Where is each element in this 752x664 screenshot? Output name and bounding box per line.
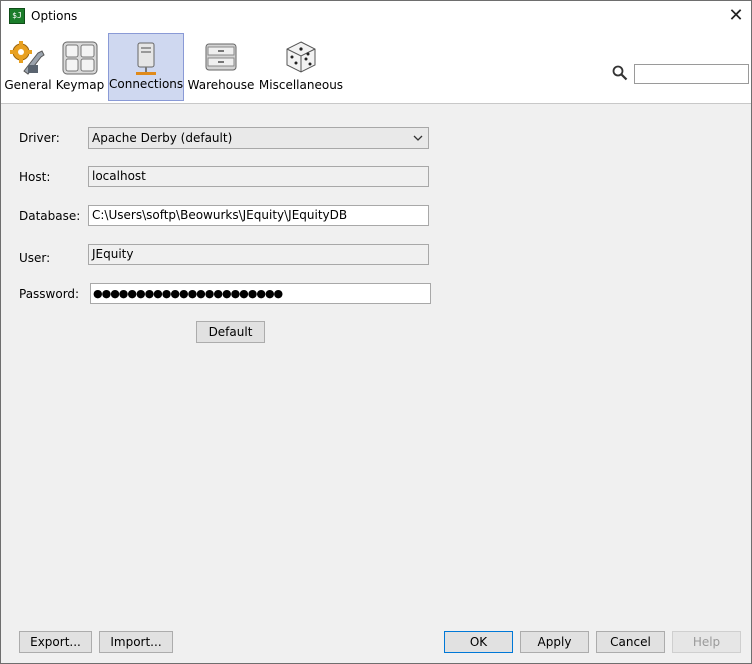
- options-window: $J Options ✕ General Keymap Connections …: [0, 0, 752, 664]
- window-title: Options: [31, 9, 78, 23]
- cancel-button[interactable]: Cancel: [596, 631, 665, 653]
- network-server-icon: [136, 42, 156, 75]
- ok-button[interactable]: OK: [444, 631, 513, 653]
- driver-select[interactable]: Apache Derby (default): [88, 127, 429, 149]
- tab-connections-label: Connections: [109, 77, 184, 91]
- import-button[interactable]: Import...: [99, 631, 173, 653]
- user-field[interactable]: JEquity: [88, 244, 429, 265]
- user-label: User:: [19, 251, 51, 265]
- search-icon: [612, 65, 628, 81]
- storage-drawers-icon: [205, 43, 237, 71]
- password-field[interactable]: ●●●●●●●●●●●●●●●●●●●●●●: [90, 283, 431, 304]
- dice-icon: [286, 41, 316, 73]
- tab-keymap-label: Keymap: [55, 78, 105, 92]
- tab-miscellaneous-label: Miscellaneous: [258, 78, 344, 92]
- tab-warehouse[interactable]: Warehouse: [186, 33, 256, 101]
- chevron-down-icon: [413, 135, 423, 141]
- tab-general[interactable]: General: [3, 33, 53, 101]
- driver-select-value: Apache Derby (default): [92, 131, 233, 145]
- database-field[interactable]: C:\Users\softp\Beowurks\JEquity\JEquityD…: [88, 205, 429, 226]
- tab-warehouse-label: Warehouse: [187, 78, 255, 92]
- tab-connections[interactable]: Connections: [108, 33, 184, 101]
- search-input[interactable]: [634, 64, 749, 84]
- app-icon: $J: [9, 8, 25, 24]
- options-toolbar: General Keymap Connections Warehouse Mis…: [1, 31, 751, 104]
- keyboard-icon: [62, 41, 98, 75]
- tab-miscellaneous[interactable]: Miscellaneous: [258, 33, 344, 101]
- host-field[interactable]: localhost: [88, 166, 429, 187]
- host-label: Host:: [19, 170, 51, 184]
- tab-general-label: General: [4, 78, 52, 92]
- gear-wrench-icon: [10, 41, 45, 75]
- apply-button[interactable]: Apply: [520, 631, 589, 653]
- export-button[interactable]: Export...: [19, 631, 92, 653]
- help-button[interactable]: Help: [672, 631, 741, 653]
- default-button[interactable]: Default: [196, 321, 265, 343]
- database-label: Database:: [19, 209, 81, 223]
- driver-label: Driver:: [19, 131, 60, 145]
- tab-keymap[interactable]: Keymap: [55, 33, 105, 101]
- close-button[interactable]: ✕: [721, 1, 751, 31]
- title-bar: $J Options ✕: [1, 1, 751, 31]
- password-label: Password:: [19, 287, 80, 301]
